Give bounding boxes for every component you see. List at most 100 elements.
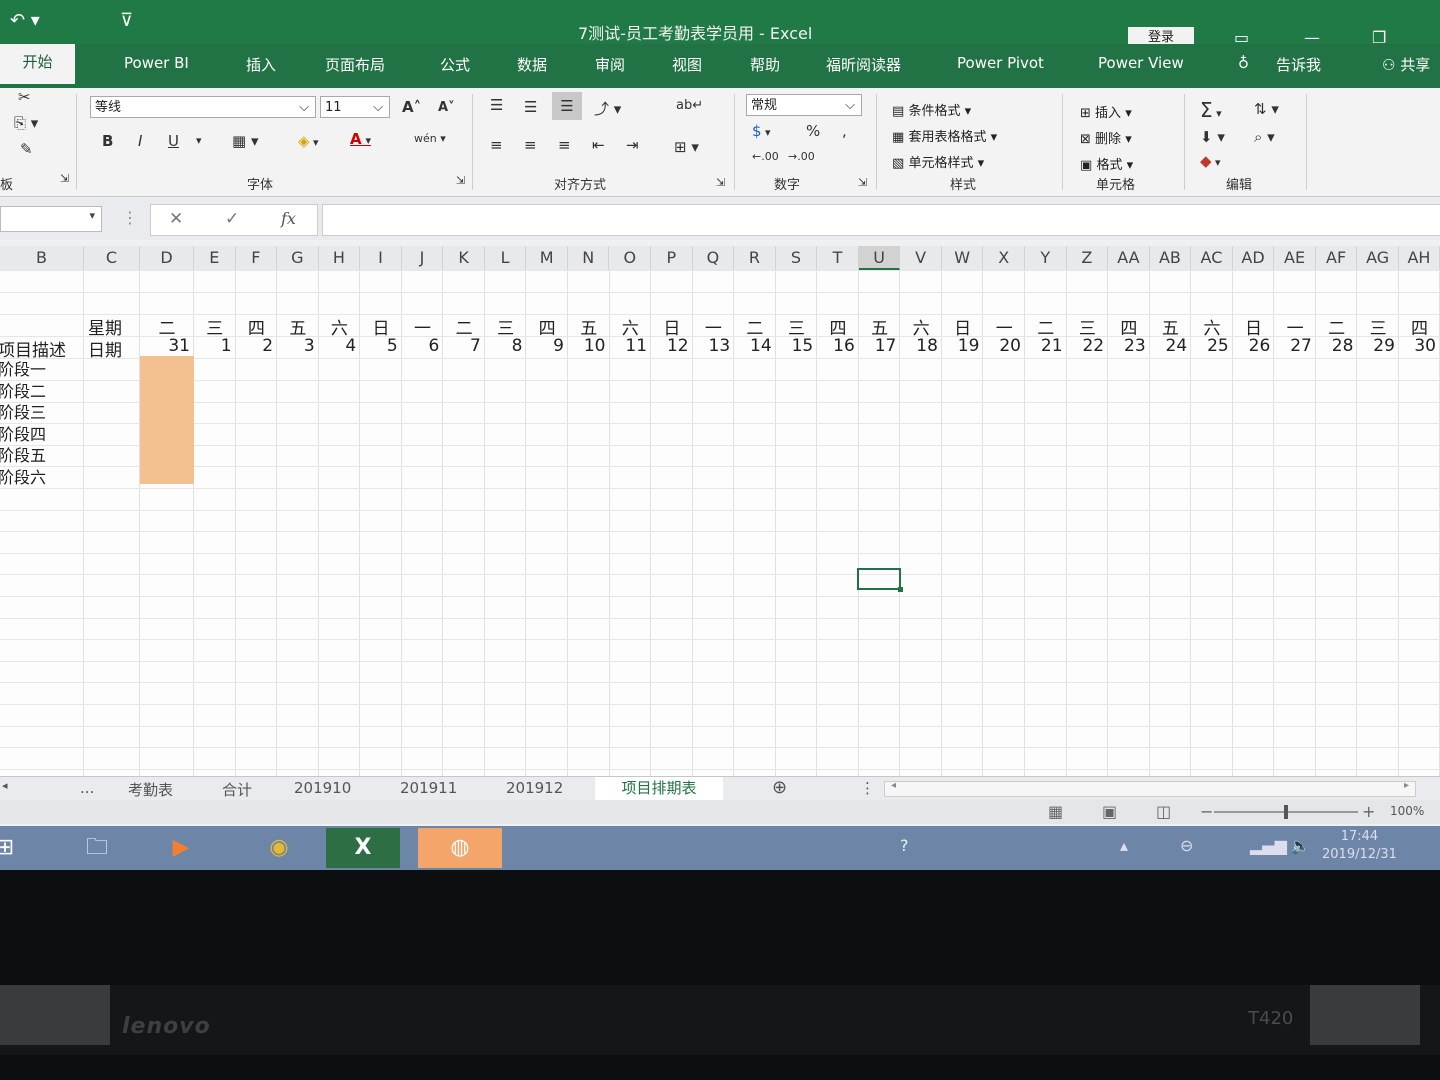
column-header[interactable]: X: [983, 246, 1025, 270]
media-player-icon[interactable]: ▶: [144, 828, 218, 868]
highlighted-cells[interactable]: [140, 356, 194, 484]
start-icon[interactable]: ⊞: [0, 828, 30, 868]
date-cell[interactable]: 23: [1108, 336, 1146, 356]
copy-icon[interactable]: ⎘ ▾: [14, 114, 38, 132]
date-cell[interactable]: 24: [1150, 336, 1188, 356]
date-cell[interactable]: 19: [942, 336, 980, 356]
date-cell[interactable]: 22: [1067, 336, 1104, 356]
date-cell[interactable]: 28: [1316, 336, 1354, 356]
stage-label[interactable]: 阶段四: [0, 421, 46, 445]
column-header[interactable]: P: [651, 246, 693, 270]
scroll-left-arrow-icon[interactable]: ◂: [891, 780, 896, 791]
sheet-tab-201911[interactable]: 201911: [400, 779, 457, 797]
clock[interactable]: 17:44 2019/12/31: [1322, 828, 1397, 864]
signal-tray-icon[interactable]: ▂▄▆: [1250, 836, 1287, 855]
number-launcher-icon[interactable]: ⇲: [858, 176, 867, 189]
font-size-dropdown[interactable]: 11 ⌵: [320, 96, 390, 118]
chevron-down-icon[interactable]: ▾: [196, 134, 202, 147]
column-header[interactable]: C: [84, 246, 140, 270]
column-header[interactable]: AB: [1150, 246, 1192, 270]
column-header[interactable]: L: [485, 246, 527, 270]
column-header[interactable]: G: [277, 246, 319, 270]
increase-decimal-button[interactable]: ←.00: [752, 150, 779, 163]
page-layout-view-icon[interactable]: ▣: [1102, 802, 1117, 821]
clipboard-launcher-icon[interactable]: ⇲: [60, 172, 69, 185]
excel-taskbar-icon[interactable]: X: [326, 828, 400, 868]
column-header[interactable]: Q: [693, 246, 735, 270]
sheet-tab-total[interactable]: 合计: [222, 779, 252, 800]
date-cell[interactable]: 6: [402, 336, 439, 356]
underline-button[interactable]: U: [168, 132, 179, 150]
zoom-in-icon[interactable]: +: [1362, 802, 1375, 821]
find-select-icon[interactable]: ⌕ ▾: [1254, 128, 1275, 146]
cut-icon[interactable]: ✂: [18, 88, 31, 106]
align-right-icon[interactable]: ≡: [558, 136, 571, 154]
date-cell[interactable]: 26: [1233, 336, 1271, 356]
date-cell[interactable]: 29: [1357, 336, 1395, 356]
increase-font-icon[interactable]: A˄: [402, 98, 421, 116]
date-cell[interactable]: 12: [651, 336, 689, 356]
column-header[interactable]: B: [0, 246, 84, 270]
column-header[interactable]: AF: [1316, 246, 1358, 270]
column-header[interactable]: Z: [1067, 246, 1109, 270]
format-painter-icon[interactable]: ✎: [20, 140, 33, 158]
sheet-tab-attendance[interactable]: 考勤表: [128, 779, 173, 800]
enter-icon[interactable]: ✓: [225, 209, 239, 229]
name-box[interactable]: ▾: [0, 206, 102, 232]
date-cell[interactable]: 27: [1274, 336, 1312, 356]
align-top-icon[interactable]: ☰: [490, 96, 503, 114]
tab-power-pivot[interactable]: Power Pivot: [957, 54, 1044, 72]
share-button[interactable]: ⚇ 共享: [1382, 54, 1430, 75]
sheet-tab-201910[interactable]: 201910: [294, 779, 351, 797]
conditional-formatting-button[interactable]: ▤ 条件格式 ▾: [892, 100, 971, 119]
font-name-dropdown[interactable]: 等线 ⌵: [90, 96, 316, 118]
column-header[interactable]: H: [319, 246, 361, 270]
date-cell[interactable]: 15: [776, 336, 814, 356]
column-header[interactable]: R: [734, 246, 776, 270]
decrease-decimal-button[interactable]: →.00: [788, 150, 815, 163]
font-launcher-icon[interactable]: ⇲: [456, 174, 465, 187]
date-cell[interactable]: 13: [693, 336, 731, 356]
zoom-thumb[interactable]: [1284, 805, 1288, 819]
date-cell[interactable]: 4: [319, 336, 356, 356]
wrap-text-icon[interactable]: ab↵: [676, 98, 703, 113]
column-header[interactable]: D: [140, 246, 194, 270]
show-hidden-icons[interactable]: ▴: [1120, 836, 1128, 855]
alignment-launcher-icon[interactable]: ⇲: [716, 176, 725, 189]
date-cell[interactable]: 3: [277, 336, 315, 356]
align-center-icon[interactable]: ≡: [524, 136, 537, 154]
column-header[interactable]: N: [568, 246, 610, 270]
stage-label[interactable]: 阶段三: [0, 399, 46, 423]
sort-filter-icon[interactable]: ⇅ ▾: [1254, 100, 1279, 118]
zoom-level[interactable]: 100%: [1390, 804, 1424, 818]
stage-label[interactable]: 阶段一: [0, 356, 46, 380]
column-header[interactable]: K: [443, 246, 485, 270]
formula-input[interactable]: [322, 204, 1440, 236]
stage-label[interactable]: 阶段六: [0, 464, 46, 488]
insert-cells-button[interactable]: ⊞ 插入 ▾: [1080, 102, 1132, 121]
lightbulb-icon[interactable]: ♁: [1238, 54, 1249, 72]
app-taskbar-icon[interactable]: ◍: [418, 828, 502, 868]
decrease-font-icon[interactable]: A˅: [438, 100, 455, 115]
font-color-icon[interactable]: A ▾: [350, 130, 371, 148]
normal-view-icon[interactable]: ▦: [1048, 802, 1063, 821]
tell-me-search[interactable]: 告诉我: [1276, 54, 1321, 75]
active-cell[interactable]: [857, 568, 903, 592]
tab-power-view[interactable]: Power View: [1098, 54, 1184, 72]
italic-button[interactable]: I: [138, 132, 142, 150]
date-cell[interactable]: 10: [568, 336, 606, 356]
tab-page-layout[interactable]: 页面布局: [325, 54, 385, 75]
network-tray-icon[interactable]: ⊖: [1180, 836, 1193, 855]
tab-review[interactable]: 审阅: [595, 54, 625, 75]
borders-icon[interactable]: ▦ ▾: [232, 132, 258, 150]
autosum-icon[interactable]: Σ ▾: [1200, 98, 1222, 122]
customize-quick-access-icon[interactable]: ⊽: [120, 10, 133, 31]
increase-indent-icon[interactable]: ⇥: [626, 136, 639, 154]
date-cell[interactable]: 14: [734, 336, 772, 356]
comma-button[interactable]: ,: [842, 122, 847, 140]
date-cell[interactable]: 1: [194, 336, 232, 356]
column-header[interactable]: AG: [1357, 246, 1399, 270]
bold-button[interactable]: B: [102, 132, 113, 150]
date-cell[interactable]: 21: [1025, 336, 1063, 356]
date-cell[interactable]: 7: [443, 336, 481, 356]
